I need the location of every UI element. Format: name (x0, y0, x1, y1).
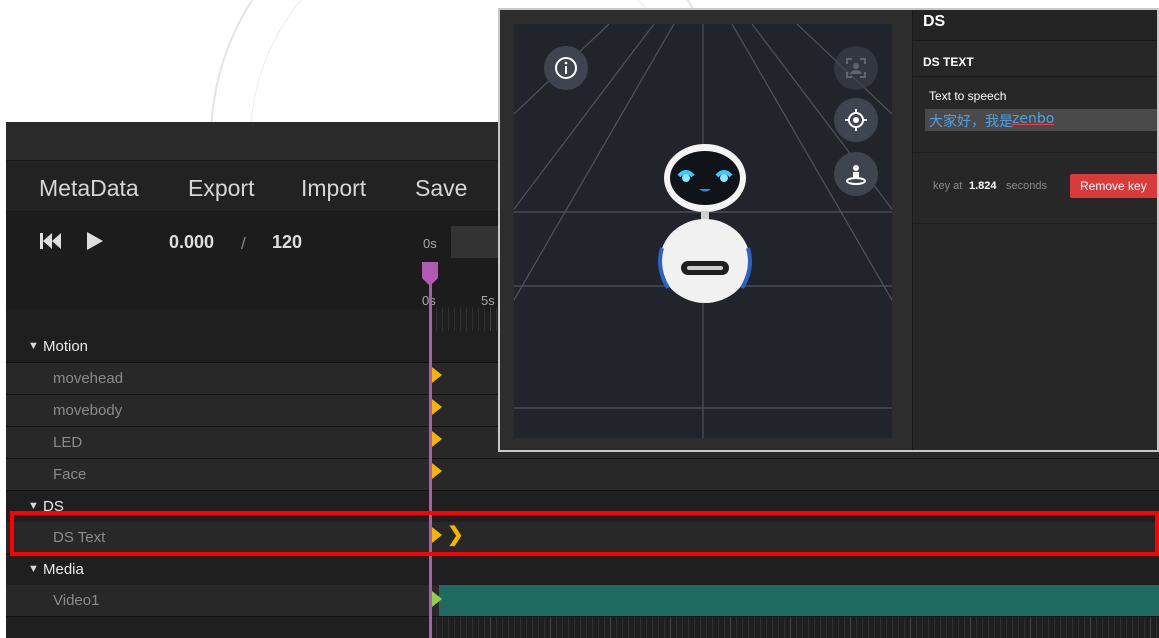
properties-panel: DS DS TEXT Text to speech 大家好，我是 zenbo k… (912, 10, 1157, 450)
keyframe-movehead[interactable] (432, 367, 442, 383)
group-label-media: Media (43, 561, 84, 578)
ruler-top-label: 0s (423, 236, 437, 251)
target-button[interactable] (834, 98, 878, 142)
remove-key-label: Remove key (1080, 179, 1147, 193)
key-divider-bottom (913, 223, 1157, 224)
caret-down-icon[interactable]: ▼ (28, 340, 39, 352)
key-prefix: key at (933, 180, 963, 192)
zenbo-robot (658, 144, 752, 303)
track-label-face: Face (53, 466, 87, 483)
playhead-tip (422, 278, 438, 286)
tts-text-word: zenbo (1012, 111, 1055, 127)
skip-to-start-icon[interactable] (40, 232, 64, 250)
tts-text-prefix: 大家好，我是 (929, 114, 1013, 130)
section-divider (913, 76, 1157, 77)
person-focus-icon (846, 58, 866, 78)
menu-metadata[interactable]: MetaData (39, 175, 139, 202)
track-row-face[interactable]: Face (6, 459, 1159, 491)
video1-clip[interactable] (439, 585, 1159, 616)
ruler-label-5s: 5s (481, 293, 495, 308)
highlight-box (10, 511, 1159, 556)
robot-3d-viewport[interactable] (514, 24, 892, 438)
playhead-line[interactable] (429, 262, 432, 638)
group-label-motion: Motion (43, 338, 89, 355)
keyframe-movebody[interactable] (432, 399, 442, 415)
track-label-video1: Video1 (53, 592, 100, 609)
track-label-movebody: movebody (53, 402, 123, 419)
person-focus-button[interactable] (834, 46, 878, 90)
key-suffix: seconds (1006, 180, 1047, 192)
time-separator: / (241, 234, 246, 253)
current-time[interactable]: 0.000 (169, 232, 214, 253)
track-label-led: LED (53, 434, 83, 451)
keyframe-video1[interactable] (432, 591, 442, 607)
play-icon[interactable] (86, 232, 104, 250)
info-icon (555, 57, 577, 79)
menu-import[interactable]: Import (301, 175, 366, 202)
tts-input[interactable]: 大家好，我是 zenbo (925, 109, 1157, 131)
track-label-movehead: movehead (53, 370, 124, 387)
info-button[interactable] (544, 46, 588, 90)
caret-down-icon[interactable]: ▼ (28, 563, 39, 575)
preview-overlay: DS DS TEXT Text to speech 大家好，我是 zenbo k… (498, 8, 1159, 452)
target-icon (845, 109, 867, 131)
total-time[interactable]: 120 (272, 232, 302, 253)
section-title: DS TEXT (923, 55, 974, 69)
key-time: 1.824 (969, 180, 997, 192)
keyframe-led[interactable] (432, 431, 442, 447)
menu-save[interactable]: Save (415, 175, 467, 202)
remove-key-button[interactable]: Remove key (1070, 174, 1157, 198)
menu-export[interactable]: Export (188, 175, 254, 202)
keyframe-face[interactable] (432, 463, 442, 479)
group-row-media[interactable]: ▼ Media (6, 554, 1159, 586)
panel-header (913, 10, 1157, 41)
key-divider-top (913, 152, 1157, 153)
panel-title: DS (923, 13, 946, 30)
person-pin-icon (846, 165, 866, 185)
playhead-handle[interactable] (422, 262, 438, 278)
tts-label: Text to speech (929, 89, 1007, 103)
person-pin-button[interactable] (834, 152, 878, 196)
